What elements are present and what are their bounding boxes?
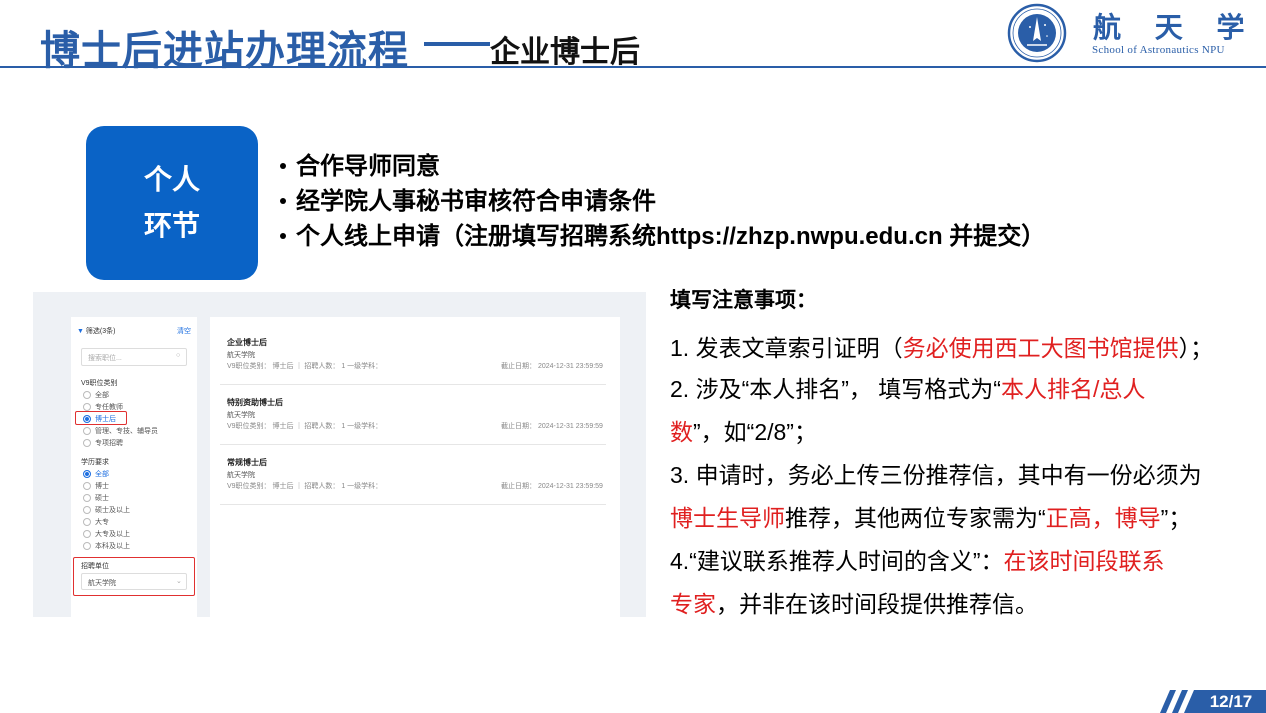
radio-icon bbox=[83, 391, 91, 400]
bullet-item: 个人线上申请（注册填写招聘系统https://zhzp.nwpu.edu.cn … bbox=[276, 216, 1045, 251]
education-option[interactable]: 博士 bbox=[83, 481, 109, 491]
job-title: 特别资助博士后 bbox=[227, 398, 283, 407]
category-option[interactable]: 全部 bbox=[83, 390, 109, 400]
stage-label-line2: 环节 bbox=[143, 210, 200, 241]
stage-box: 个人 环节 bbox=[86, 126, 258, 280]
radio-icon bbox=[83, 506, 91, 515]
row-divider bbox=[220, 384, 606, 385]
category-option[interactable]: 专项招聘 bbox=[83, 438, 123, 448]
note-4-line2: 专家，并非在该时间段提供推荐信。 bbox=[670, 591, 1038, 617]
radio-icon bbox=[83, 439, 91, 448]
bullet-item: 合作导师同意 bbox=[276, 146, 440, 181]
job-list: 企业博士后 航天学院 V9职位类别： 博士后 ｜ 招聘人数： 1 一级学科： 截… bbox=[210, 317, 620, 617]
logo-chinese-text: 航 天 学 院 bbox=[1093, 11, 1266, 44]
unit-title: 招聘单位 bbox=[81, 563, 109, 570]
job-org: 航天学院 bbox=[227, 352, 255, 359]
job-deadline: 截止日期： 2024-12-31 23:59:59 bbox=[501, 363, 603, 370]
bullet-item: 经学院人事秘书审核符合申请条件 bbox=[276, 181, 656, 216]
header-rule bbox=[0, 66, 1266, 68]
filter-icon: ▼ bbox=[77, 328, 84, 335]
filter-sidebar: ▼ 筛选(3条) 清空 搜索职位... ○ V9职位类别 全部 专任教师 博士后… bbox=[71, 317, 197, 617]
radio-icon bbox=[83, 427, 91, 436]
search-icon: ○ bbox=[176, 352, 181, 359]
education-option[interactable]: 本科及以上 bbox=[83, 541, 130, 551]
job-item[interactable]: 企业博士后 航天学院 V9职位类别： 博士后 ｜ 招聘人数： 1 一级学科： 截… bbox=[210, 329, 620, 385]
category-option[interactable]: 管理、专技、辅导员 bbox=[83, 426, 158, 436]
title-dash-divider bbox=[424, 42, 490, 46]
radio-icon bbox=[83, 403, 91, 412]
job-item[interactable]: 特别资助博士后 航天学院 V9职位类别： 博士后 ｜ 招聘人数： 1 一级学科：… bbox=[210, 389, 620, 445]
radio-icon bbox=[83, 542, 91, 551]
job-meta: V9职位类别： 博士后 ｜ 招聘人数： 1 一级学科： bbox=[227, 483, 383, 490]
bullet-text: 个人线上申请（注册填写招聘系统https://zhzp.nwpu.edu.cn … bbox=[296, 223, 1046, 250]
radio-selected-icon bbox=[83, 415, 91, 424]
logo-english-text: School of Astronautics NPU bbox=[1092, 44, 1225, 56]
education-option[interactable]: 硕士及以上 bbox=[83, 505, 130, 515]
reset-link[interactable]: 清空 bbox=[177, 326, 191, 336]
note-3-line1: 3. 申请时，务必上传三份推荐信，其中有一份必须为 bbox=[670, 462, 1202, 488]
bullet-text: 合作导师同意 bbox=[296, 153, 440, 180]
unit-select-value: 航天学院 bbox=[88, 580, 116, 587]
job-meta: V9职位类别： 博士后 ｜ 招聘人数： 1 一级学科： bbox=[227, 423, 383, 430]
job-deadline: 截止日期： 2024-12-31 23:59:59 bbox=[501, 483, 603, 490]
unit-select[interactable]: 航天学院 ⌄ bbox=[81, 573, 187, 590]
job-item[interactable]: 常规博士后 航天学院 V9职位类别： 博士后 ｜ 招聘人数： 1 一级学科： 截… bbox=[210, 449, 620, 505]
row-divider bbox=[220, 504, 606, 505]
radio-selected-icon bbox=[83, 470, 91, 479]
job-org: 航天学院 bbox=[227, 412, 255, 419]
bullet-dot-icon bbox=[280, 162, 286, 169]
category-option-selected[interactable]: 博士后 bbox=[83, 414, 116, 424]
job-meta: V9职位类别： 博士后 ｜ 招聘人数： 1 一级学科： bbox=[227, 363, 383, 370]
university-seal-logo bbox=[1007, 3, 1067, 63]
job-org: 航天学院 bbox=[227, 472, 255, 479]
radio-icon bbox=[83, 494, 91, 503]
note-2-line2: 数”，如“2/8”； bbox=[670, 419, 817, 445]
note-4-line1: 4.“建议联系推荐人时间的含义”：在该时间段联系 bbox=[670, 548, 1165, 574]
filter-title: 筛选(3条) bbox=[85, 328, 116, 335]
search-input[interactable]: 搜索职位... ○ bbox=[81, 348, 187, 366]
bullet-dot-icon bbox=[280, 197, 286, 204]
job-title: 常规博士后 bbox=[227, 458, 267, 467]
bullet-text: 经学院人事秘书审核符合申请条件 bbox=[296, 188, 656, 215]
row-divider bbox=[220, 444, 606, 445]
note-1: 1. 发表文章索引证明（务必使用西工大图书馆提供）； bbox=[670, 335, 1214, 361]
search-placeholder: 搜索职位... bbox=[88, 355, 122, 362]
filter-header: ▼ 筛选(3条) bbox=[77, 326, 115, 336]
job-title: 企业博士后 bbox=[227, 338, 267, 347]
recruitment-system-screenshot: ▼ 筛选(3条) 清空 搜索职位... ○ V9职位类别 全部 专任教师 博士后… bbox=[33, 292, 646, 617]
page-number: 12/17 bbox=[1209, 692, 1253, 711]
job-deadline: 截止日期： 2024-12-31 23:59:59 bbox=[501, 423, 603, 430]
education-option[interactable]: 大专 bbox=[83, 517, 109, 527]
education-title: 学历要求 bbox=[81, 459, 109, 466]
radio-icon bbox=[83, 518, 91, 527]
note-2-line1: 2. 涉及“本人排名”， 填写格式为“本人排名/总人 bbox=[670, 376, 1146, 402]
education-option[interactable]: 大专及以上 bbox=[83, 529, 130, 539]
chevron-down-icon: ⌄ bbox=[176, 578, 182, 585]
page-subtitle: 企业博士后 bbox=[490, 36, 640, 69]
note-3-line2: 博士生导师推荐，其他两位专家需为“正高，博导”； bbox=[670, 505, 1192, 531]
education-option-selected[interactable]: 全部 bbox=[83, 469, 109, 479]
radio-icon bbox=[83, 530, 91, 539]
education-option[interactable]: 硕士 bbox=[83, 493, 109, 503]
radio-icon bbox=[83, 482, 91, 491]
stage-label-line1: 个人 bbox=[143, 164, 200, 195]
category-title: V9职位类别 bbox=[81, 380, 118, 387]
bullet-dot-icon bbox=[280, 232, 286, 239]
notes-title: 填写注意事项： bbox=[670, 289, 817, 312]
